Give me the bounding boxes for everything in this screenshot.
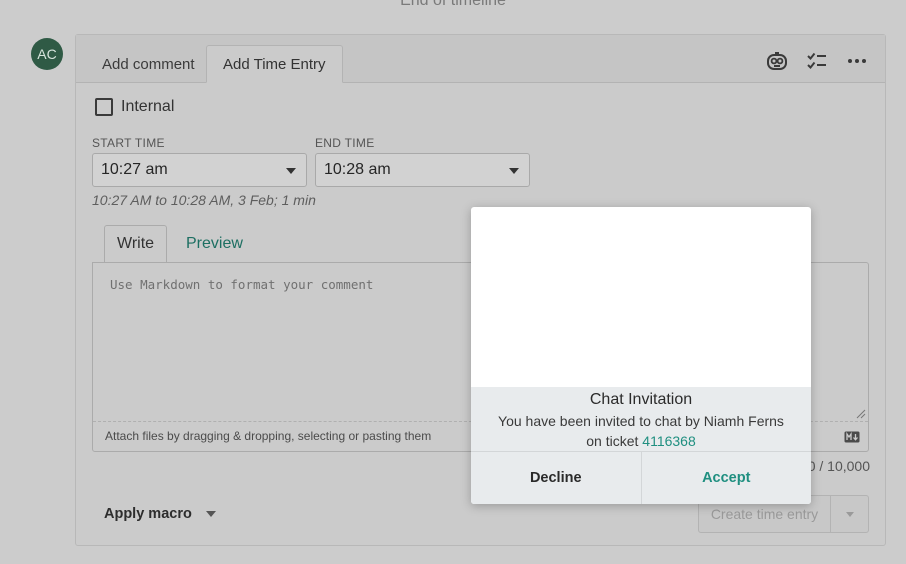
start-time-value: 10:27 am [101, 161, 168, 178]
ticket-link[interactable]: 4116368 [642, 433, 695, 449]
modal-title: Chat Invitation [589, 391, 693, 408]
chevron-down-icon [286, 168, 296, 174]
modal-actions: Decline Accept [471, 451, 811, 504]
panel-tab-bar: Add comment Add Time Entry [76, 35, 885, 83]
avatar: AC [31, 38, 63, 70]
internal-label: Internal [121, 98, 175, 115]
invitation-info: Chat Invitation You have been invited to… [471, 387, 811, 451]
timeline-end-text: End of timeline [400, 0, 506, 9]
create-options-button[interactable] [830, 495, 869, 533]
checklist-icon[interactable] [805, 49, 829, 73]
end-time-label: END TIME [315, 136, 375, 150]
chevron-down-icon [509, 168, 519, 174]
apply-macro-label: Apply macro [104, 506, 192, 522]
accept-button[interactable]: Accept [642, 452, 812, 504]
copilot-icon[interactable] [765, 49, 789, 73]
resize-handle-icon[interactable] [856, 409, 866, 419]
time-summary: 10:27 AM to 10:28 AM, 3 Feb; 1 min [92, 192, 316, 208]
attach-files-hint: Attach files by dragging & dropping, sel… [105, 429, 432, 443]
internal-checkbox[interactable] [95, 98, 113, 116]
chat-invitation-modal: Chat Invitation You have been invited to… [471, 207, 811, 504]
end-time-select[interactable]: 10:28 am [315, 153, 530, 187]
invitation-text: You have been invited to chat by Niamh F… [498, 413, 784, 449]
tab-add-comment[interactable]: Add comment [86, 45, 211, 83]
tab-write[interactable]: Write [104, 225, 168, 263]
more-options-icon[interactable] [845, 49, 869, 73]
end-time-value: 10:28 am [324, 161, 391, 178]
tab-preview[interactable]: Preview [174, 225, 255, 263]
apply-macro-button[interactable]: Apply macro [104, 506, 216, 522]
character-count: 0 / 10,000 [807, 458, 870, 474]
internal-toggle: Internal [95, 98, 174, 116]
decline-button[interactable]: Decline [471, 452, 642, 504]
chevron-down-icon [205, 511, 216, 517]
markdown-icon[interactable] [844, 431, 860, 443]
start-time-select[interactable]: 10:27 am [92, 153, 307, 187]
start-time-label: START TIME [92, 136, 165, 150]
chevron-down-icon [846, 512, 854, 517]
invitation-message: You have been invited to chat by Niamh F… [471, 411, 811, 451]
tab-add-time-entry[interactable]: Add Time Entry [206, 45, 343, 83]
